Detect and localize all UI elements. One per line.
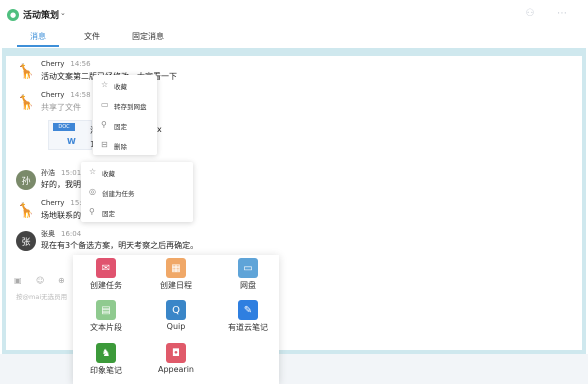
active-tab-indicator — [17, 45, 59, 47]
chevron-down-icon[interactable]: ⌄ — [60, 9, 66, 17]
app-youdao-note[interactable]: ✎ 有道云笔记 — [218, 300, 278, 332]
group-avatar: ● — [7, 9, 19, 21]
giraffe-avatar-icon[interactable]: 🦒 — [16, 93, 36, 113]
pin-icon: ⚲ — [101, 120, 107, 129]
star-icon: ☆ — [101, 80, 109, 89]
app-evernote[interactable]: ♞ 印象笔记 — [76, 343, 136, 375]
message-input[interactable]: 按@mai无选员用 — [16, 291, 67, 301]
app-quip[interactable]: Q Quip — [146, 300, 206, 332]
calendar-icon: ▦ — [166, 258, 186, 278]
app-appearin[interactable]: ◘ Appearin — [146, 343, 206, 375]
file-type-badge: DOC — [53, 123, 75, 131]
menu-item-delete[interactable]: ⊟ 删除 — [93, 135, 157, 155]
app-create-task[interactable]: ✉ 创建任务 — [76, 258, 136, 290]
message-time: 16:04 — [61, 230, 82, 238]
menu-item-create-task[interactable]: ◎ 创建为任务 — [81, 182, 193, 202]
menu-item-pin[interactable]: ⚲ 固定 — [93, 115, 157, 135]
pin-icon: ⚲ — [89, 207, 95, 216]
message-text: 现在有3个备选方案，明天考察之后再确定。 — [41, 241, 199, 250]
message-context-menu: ☆ 收藏 ◎ 创建为任务 ⚲ 固定 — [81, 162, 193, 222]
cloud-disk-icon: ▭ — [101, 100, 109, 109]
sender-name[interactable]: Cherry — [41, 60, 64, 68]
tab-pinned[interactable]: 固定消息 — [132, 31, 164, 42]
user-photo-avatar[interactable]: 张 — [16, 231, 36, 251]
trash-icon: ⊟ — [101, 140, 108, 149]
sender-name[interactable]: Cherry — [41, 91, 64, 99]
quip-icon: Q — [166, 300, 186, 320]
appearin-icon: ◘ — [166, 343, 186, 363]
star-icon: ☆ — [89, 167, 97, 176]
sender-name[interactable]: 孙浩 — [41, 169, 55, 177]
file-name-suffix: x — [157, 125, 162, 134]
message-text: 共享了文件 — [41, 103, 81, 112]
check-circle-icon: ◎ — [89, 187, 96, 196]
more-icon[interactable]: ⋯ — [556, 8, 568, 20]
add-icon[interactable]: ⊕ — [58, 276, 65, 285]
tab-messages[interactable]: 消息 — [30, 31, 46, 42]
giraffe-avatar-icon[interactable]: 🦒 — [16, 62, 36, 82]
sender-name[interactable]: 张奥 — [41, 230, 55, 238]
task-icon: ✉ — [96, 258, 116, 278]
file-context-menu: ☆ 收藏 ▭ 转存到网盘 ⚲ 固定 ⊟ 删除 — [93, 75, 157, 155]
folder-icon: ▭ — [238, 258, 258, 278]
tab-files[interactable]: 文件 — [84, 31, 100, 42]
word-file-icon: W — [67, 137, 76, 146]
giraffe-avatar-icon[interactable]: 🦒 — [16, 201, 36, 221]
app-text-snippet[interactable]: ▤ 文本片段 — [76, 300, 136, 332]
message-time: 14:58 — [70, 91, 91, 99]
message-time: 14:56 — [70, 60, 91, 68]
evernote-icon: ♞ — [96, 343, 116, 363]
menu-item-pin[interactable]: ⚲ 固定 — [81, 202, 193, 222]
message-time: 15:01 — [61, 169, 82, 177]
user-icon[interactable]: ⚇ — [524, 8, 536, 20]
menu-item-favorite[interactable]: ☆ 收藏 — [93, 75, 157, 95]
app-cloud-disk[interactable]: ▭ 网盘 — [218, 258, 278, 290]
user-photo-avatar[interactable]: 孙 — [16, 170, 36, 190]
sender-name[interactable]: Cherry — [41, 199, 64, 207]
file-card[interactable]: DOC W — [48, 120, 92, 150]
snippet-icon: ▤ — [96, 300, 116, 320]
app-create-schedule[interactable]: ▦ 创建日程 — [146, 258, 206, 290]
emoji-icon[interactable]: ☺ — [36, 276, 44, 285]
group-title[interactable]: 活动策划 — [23, 8, 59, 21]
apps-panel: ✉ 创建任务 ▦ 创建日程 ▭ 网盘 ▤ 文本片段 Q Quip ✎ 有道云笔记… — [73, 255, 279, 384]
image-icon[interactable]: ▣ — [14, 276, 22, 285]
menu-item-save-to-disk[interactable]: ▭ 转存到网盘 — [93, 95, 157, 115]
menu-item-favorite[interactable]: ☆ 收藏 — [81, 162, 193, 182]
tab-bar: 消息 文件 固定消息 — [0, 28, 588, 46]
youdao-note-icon: ✎ — [238, 300, 258, 320]
